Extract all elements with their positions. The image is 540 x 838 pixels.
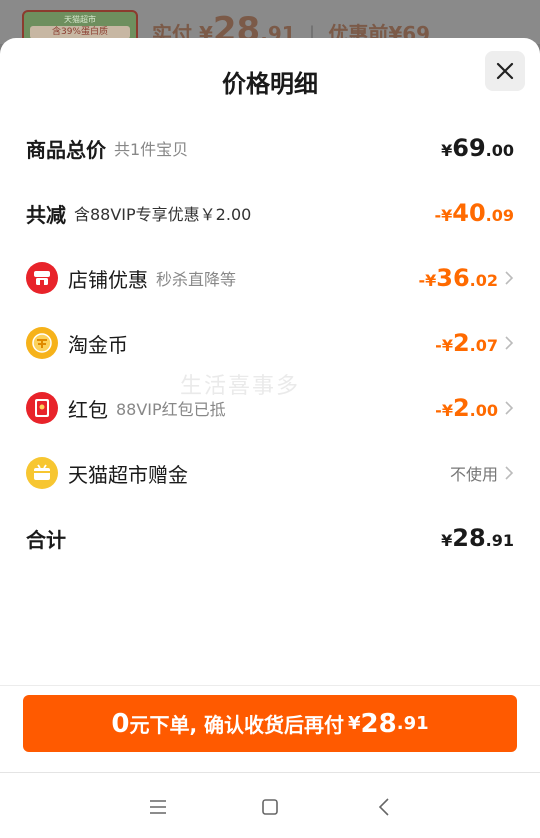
shop-discount-note: 秒杀直降等 [156,270,237,289]
shop-discount-amount: -¥36.02 [418,264,498,292]
taojinbi-amount: -¥2.07 [435,329,498,357]
chevron-right-icon [505,401,514,415]
total-reduce-label: 共减 [26,202,66,227]
tmall-gift-status: 不使用 [449,465,498,484]
cta-int: 28 [360,708,397,739]
price-detail-sheet: 价格明细 商品总价 共1件宝贝 ¥69.00 共减 含88VIP专享优惠￥2.0… [0,38,540,838]
row-total-reduce: 共减 含88VIP专享优惠￥2.00 -¥40.09 [26,193,514,233]
home-square-icon [262,799,278,815]
gift-money-icon [26,457,58,489]
row-sum: 合计 ¥28.91 [26,518,514,558]
cta-currency: ¥ [348,713,361,734]
total-reduce-note: 含88VIP专享优惠￥2.00 [74,205,252,224]
shop-icon [26,262,58,294]
red-packet-icon [26,392,58,424]
place-order-button[interactable]: 0 元下单, 确认收货后再付 ¥28.91 [23,695,517,752]
chevron-right-icon [505,466,514,480]
back-chevron-icon [378,798,389,816]
chevron-right-icon [505,336,514,350]
row-total-price: 商品总价 共1件宝贝 ¥69.00 [26,128,514,168]
menu-icon [150,800,166,814]
back-button[interactable] [370,793,398,821]
sum-amount: ¥28.91 [441,524,514,552]
total-price-label: 商品总价 [26,137,106,162]
sheet-title: 价格明细 [222,70,318,98]
hongbao-label: 红包 [68,397,108,422]
taojinbi-label: 淘金币 [68,332,128,357]
hongbao-amount: -¥2.00 [435,394,498,422]
home-button[interactable] [256,793,284,821]
row-shop-discount[interactable]: 店铺优惠 秒杀直降等 -¥36.02 [26,258,514,298]
menu-button[interactable] [144,793,172,821]
footer-divider [0,685,540,686]
shop-discount-label: 店铺优惠 [68,267,148,292]
total-reduce-amount: -¥40.09 [434,199,514,227]
close-icon [496,62,514,80]
total-price-amount: ¥69.00 [441,134,514,162]
sum-label: 合计 [26,527,66,552]
cta-text: 元下单, 确认收货后再付 [129,713,345,737]
row-tmall-gift-money[interactable]: 天猫超市赠金 不使用 [26,453,514,493]
cta-zero: 0 [111,708,130,739]
total-price-count: 共1件宝贝 [114,140,189,159]
coin-icon [26,327,58,359]
tmall-gift-label: 天猫超市赠金 [68,462,188,487]
chevron-right-icon [505,271,514,285]
watermark: 生活喜事多 [180,374,301,399]
thumbnail-brand-text: 天猫超市 [64,15,96,24]
system-navbar [0,773,540,838]
cta-dec: .91 [396,713,429,734]
close-button[interactable] [485,51,525,91]
row-taojinbi[interactable]: 淘金币 -¥2.07 [26,323,514,363]
